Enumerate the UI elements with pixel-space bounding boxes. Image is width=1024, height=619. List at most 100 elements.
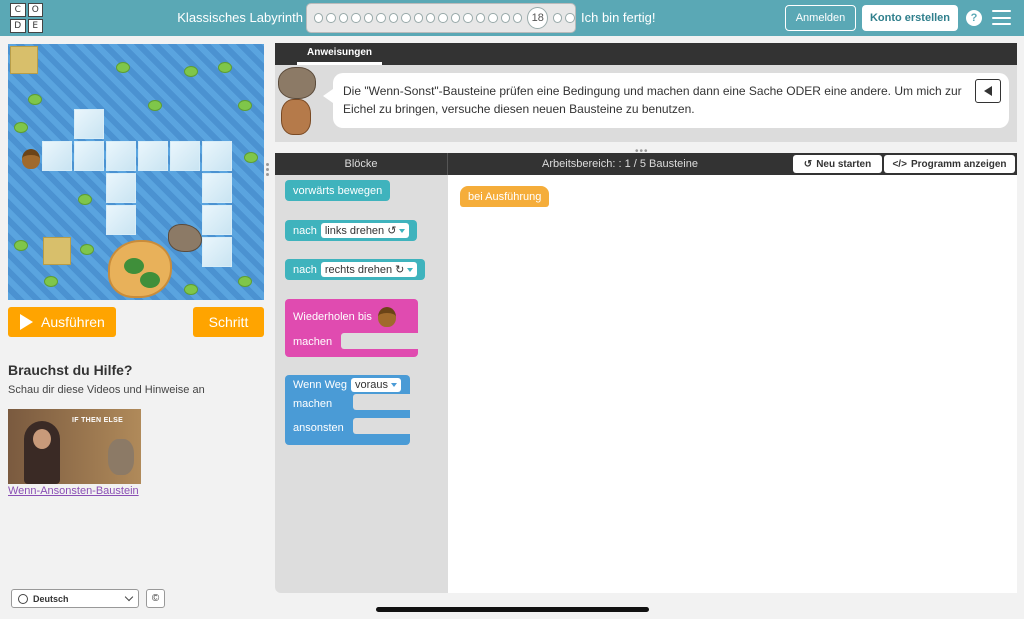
path-tile — [106, 141, 136, 171]
if-else-block[interactable]: Wenn Weg voraus machen ansonsten — [285, 375, 410, 445]
turn-right-dropdown[interactable]: rechts drehen ↻ — [320, 262, 418, 277]
help-heading: Brauchst du Hilfe? — [8, 362, 133, 378]
level-dot[interactable] — [475, 13, 486, 23]
level-title: Klassisches Labyrinth — [177, 10, 303, 25]
code-logo[interactable]: C O D E — [10, 3, 43, 33]
hamburger-menu-icon[interactable] — [992, 10, 1011, 25]
run-button[interactable]: Ausführen — [8, 307, 116, 337]
video-thumb-caption: IF THEN ELSE — [72, 417, 124, 424]
turn-right-block[interactable]: nach rechts drehen ↻ — [285, 259, 426, 280]
instruction-bubble: Die "Wenn-Sonst"-Bausteine prüfen eine B… — [323, 73, 1009, 128]
level-dot[interactable] — [401, 13, 411, 23]
acorn-icon — [377, 307, 396, 327]
palm-tree-icon — [140, 272, 160, 288]
path-tile — [138, 141, 168, 171]
instruction-text: Die "Wenn-Sonst"-Bausteine prüfen eine B… — [343, 84, 962, 116]
level-dot[interactable] — [565, 13, 575, 23]
video-thumbnail[interactable]: IF THEN ELSE — [8, 409, 141, 484]
level-dot[interactable] — [513, 13, 523, 23]
level-dot[interactable] — [326, 13, 336, 23]
level-dot[interactable] — [413, 13, 423, 23]
panel-resize-handle[interactable] — [266, 163, 270, 179]
logo-letter: C — [10, 3, 26, 17]
top-header: C O D E Klassisches Labyrinth 18 Ich bin… — [0, 0, 1024, 36]
path-tile — [74, 141, 104, 171]
dropdown-arrow-icon — [407, 267, 414, 272]
repeat-until-block[interactable]: Wiederholen bis machen — [285, 299, 418, 357]
turn-left-block[interactable]: nach links drehen ↺ — [285, 220, 418, 241]
repeat-do-label: machen — [293, 336, 333, 348]
toolbox-title: Blöcke — [275, 153, 448, 175]
instructions-panel: Die "Wenn-Sonst"-Bausteine prüfen eine B… — [275, 65, 1017, 142]
lily-pad — [44, 276, 58, 287]
path-tile — [106, 205, 136, 235]
repeat-until-label: Wiederholen bis — [293, 311, 372, 323]
level-dot[interactable] — [376, 13, 386, 23]
squirrel-player-icon — [168, 224, 202, 252]
chevron-down-icon — [124, 592, 134, 602]
level-dot[interactable] — [463, 13, 473, 23]
signup-button[interactable]: Konto erstellen — [862, 5, 958, 31]
level-dot[interactable] — [388, 13, 399, 23]
language-select[interactable]: Deutsch — [11, 589, 139, 608]
level-dot[interactable] — [500, 13, 510, 23]
workspace-title: Arbeitsbereich: : 1 / 5 Bausteine — [542, 158, 698, 170]
level-dot[interactable] — [553, 13, 563, 23]
direction-value: voraus — [355, 379, 389, 391]
show-code-label: Programm anzeigen — [910, 158, 1007, 170]
lily-pad — [184, 66, 198, 77]
show-code-button[interactable]: </> Programm anzeigen — [884, 155, 1015, 173]
restart-button[interactable]: ↺ Neu starten — [793, 155, 882, 173]
level-dot[interactable] — [338, 13, 349, 23]
lily-pad — [14, 240, 28, 251]
turn-left-dropdown[interactable]: links drehen ↺ — [320, 223, 410, 238]
lily-pad — [244, 152, 258, 163]
text-to-speech-button[interactable] — [975, 79, 1001, 103]
level-dot[interactable] — [438, 13, 448, 23]
logo-letter: O — [27, 3, 43, 17]
step-button[interactable]: Schritt — [193, 307, 264, 337]
squirrel-icon — [108, 439, 134, 475]
pirate-avatar-icon — [281, 99, 311, 135]
login-button[interactable]: Anmelden — [785, 5, 856, 31]
acorn-goal — [16, 144, 46, 174]
help-icon[interactable]: ? — [966, 10, 982, 26]
direction-dropdown[interactable]: voraus — [351, 378, 402, 392]
level-dot[interactable] — [488, 13, 498, 23]
current-level-dot[interactable]: 18 — [527, 7, 549, 29]
move-forward-label: vorwärts bewegen — [293, 184, 383, 197]
lily-pad — [238, 276, 252, 287]
level-dot[interactable] — [351, 13, 361, 23]
logo-letter: D — [10, 19, 26, 33]
when-run-block[interactable]: bei Ausführung — [460, 186, 550, 207]
restart-label: Neu starten — [816, 158, 872, 170]
squirrel-avatar-icon — [278, 67, 316, 99]
else-label: ansonsten — [293, 422, 344, 434]
lily-pad — [78, 194, 92, 205]
run-button-label: Ausführen — [41, 314, 105, 330]
finished-link[interactable]: Ich bin fertig! — [581, 10, 655, 25]
workspace-header: Blöcke Arbeitsbereich: : 1 / 5 Bausteine… — [275, 153, 1017, 175]
lily-pad — [218, 62, 232, 73]
move-forward-block[interactable]: vorwärts bewegen — [285, 180, 391, 201]
level-dot[interactable] — [363, 13, 374, 23]
path-tile — [74, 109, 104, 139]
language-value: Deutsch — [33, 593, 69, 604]
logo-letter: E — [27, 19, 43, 33]
sand-tile — [10, 46, 38, 74]
repeat-slot — [341, 333, 418, 349]
presenter-face — [33, 429, 51, 449]
level-dot[interactable] — [425, 13, 436, 23]
copyright-button[interactable]: © — [146, 589, 165, 608]
level-dot[interactable] — [450, 13, 461, 23]
turn-prefix-label: nach — [293, 263, 317, 276]
workspace-area[interactable] — [448, 175, 1017, 593]
level-dot[interactable] — [314, 13, 324, 23]
else-slot — [353, 418, 410, 434]
if-do-slot — [353, 394, 410, 410]
video-link[interactable]: Wenn-Ansonsten-Baustein — [8, 485, 139, 497]
turn-prefix-label: nach — [293, 224, 317, 237]
path-tile — [42, 141, 72, 171]
path-tile — [202, 205, 232, 235]
tab-instructions[interactable]: Anweisungen — [297, 43, 383, 65]
